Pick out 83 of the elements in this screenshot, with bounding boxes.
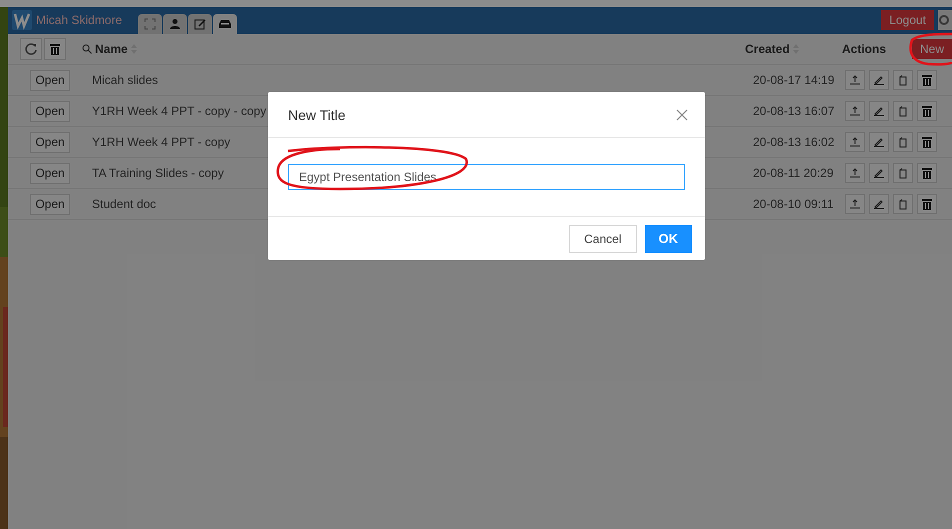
header-tab[interactable] xyxy=(163,14,188,34)
edit-button[interactable] xyxy=(869,194,889,214)
delete-button[interactable] xyxy=(917,70,937,90)
expand-icon xyxy=(144,18,156,30)
upload-icon xyxy=(850,75,860,85)
upload-button[interactable] xyxy=(845,101,865,121)
ok-button[interactable]: OK xyxy=(644,224,692,252)
header-tab[interactable] xyxy=(138,14,162,34)
upload-icon xyxy=(850,106,860,116)
file-name: TA Training Slides - copy xyxy=(92,166,224,180)
pencil-icon xyxy=(874,168,884,178)
settings-icon xyxy=(938,14,950,26)
copy-button[interactable] xyxy=(893,163,913,183)
open-button[interactable]: Open xyxy=(30,132,70,152)
pencil-icon xyxy=(874,137,884,147)
close-icon xyxy=(675,108,689,122)
created-date: 20-08-13 16:07 xyxy=(753,104,836,118)
open-button[interactable]: Open xyxy=(30,162,70,184)
refresh-button[interactable] xyxy=(20,38,42,60)
upload-button[interactable] xyxy=(845,70,865,90)
edit-button[interactable] xyxy=(869,70,889,90)
copy-icon xyxy=(899,198,907,210)
new-button[interactable]: New xyxy=(912,39,952,59)
pencil-icon xyxy=(874,75,884,85)
trash-icon xyxy=(922,167,932,179)
search-icon xyxy=(82,44,92,54)
open-button[interactable]: Open xyxy=(30,70,70,90)
open-button[interactable]: Open xyxy=(30,194,70,214)
upload-icon xyxy=(850,137,860,147)
logout-button[interactable]: Logout xyxy=(881,10,934,30)
logo-icon xyxy=(12,10,32,30)
copy-icon xyxy=(899,106,907,116)
dialog-title: New Title xyxy=(288,106,346,122)
delete-button[interactable] xyxy=(917,194,937,214)
created-date: 20-08-17 14:19 xyxy=(753,73,836,87)
copy-button[interactable] xyxy=(893,194,913,214)
delete-button[interactable] xyxy=(44,38,66,60)
upload-button[interactable] xyxy=(845,132,865,152)
actions-column-header: Actions xyxy=(842,42,886,56)
created-date: 20-08-13 16:02 xyxy=(753,135,836,149)
delete-button[interactable] xyxy=(917,101,937,121)
copy-button[interactable] xyxy=(893,132,913,152)
file-name: Y1RH Week 4 PPT - copy - copy xyxy=(92,104,266,118)
file-name: Student doc xyxy=(92,197,156,211)
file-name: Y1RH Week 4 PPT - copy xyxy=(92,135,230,149)
tray-icon xyxy=(219,19,232,29)
pencil-icon xyxy=(874,199,884,209)
upload-button[interactable] xyxy=(845,194,865,214)
name-column-header[interactable]: Name xyxy=(95,42,128,56)
delete-button[interactable] xyxy=(917,132,937,152)
close-button[interactable] xyxy=(675,108,689,122)
copy-icon xyxy=(899,136,907,148)
edit-icon xyxy=(194,18,206,30)
trash-icon xyxy=(922,105,932,117)
created-date: 20-08-11 20:29 xyxy=(753,166,835,180)
edit-button[interactable] xyxy=(869,101,889,121)
pencil-icon xyxy=(874,106,884,116)
edit-button[interactable] xyxy=(869,132,889,152)
edit-button[interactable] xyxy=(869,163,889,183)
upload-icon xyxy=(850,168,860,178)
person-icon xyxy=(169,18,182,30)
trash-icon xyxy=(50,43,60,55)
trash-icon xyxy=(922,74,932,86)
settings-button[interactable] xyxy=(938,10,952,30)
file-name: Micah slides xyxy=(92,73,158,87)
title-input[interactable]: Egypt Presentation Slides xyxy=(288,164,685,190)
created-date: 20-08-10 09:11 xyxy=(753,197,835,211)
copy-icon xyxy=(899,168,907,178)
copy-button[interactable] xyxy=(893,101,913,121)
header-tab[interactable] xyxy=(188,14,212,34)
trash-icon xyxy=(922,198,932,210)
refresh-icon xyxy=(25,43,37,55)
cancel-button[interactable]: Cancel xyxy=(569,224,636,252)
upload-button[interactable] xyxy=(845,163,865,183)
created-column-header[interactable]: Created xyxy=(744,42,790,56)
header-tab[interactable] xyxy=(213,14,238,34)
delete-button[interactable] xyxy=(917,163,937,183)
copy-button[interactable] xyxy=(893,70,913,90)
upload-icon xyxy=(850,199,860,209)
open-button[interactable]: Open xyxy=(30,100,70,122)
user-name: Micah Skidmore xyxy=(36,13,122,27)
copy-icon xyxy=(899,74,907,86)
trash-icon xyxy=(922,136,932,148)
